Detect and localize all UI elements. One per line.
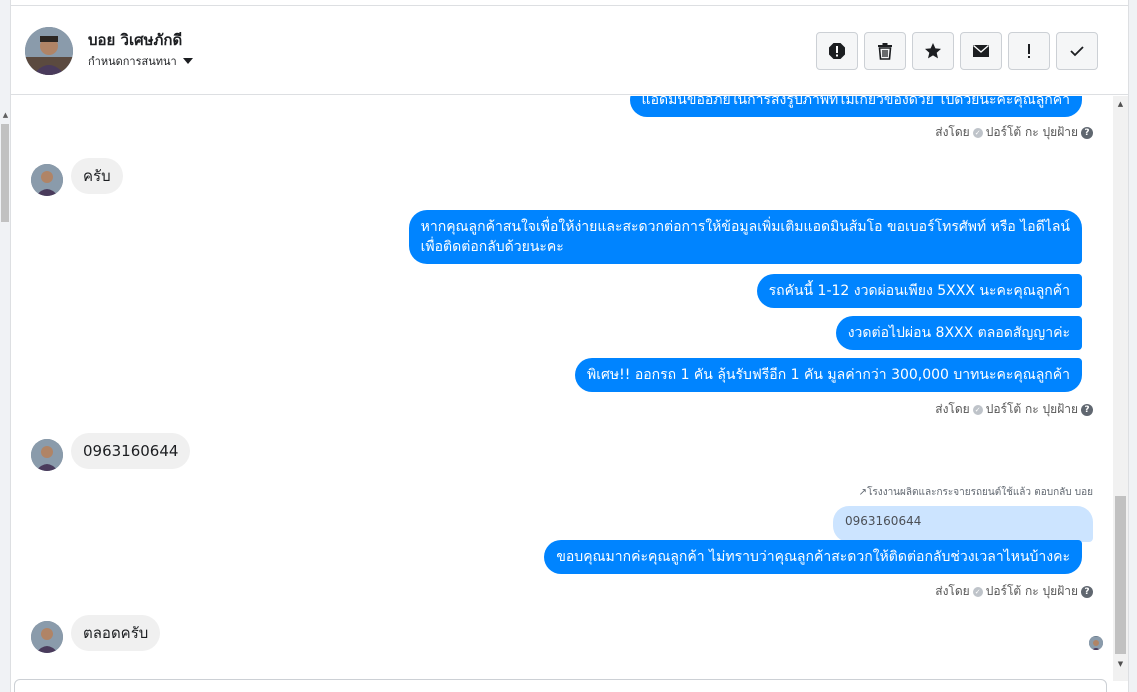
follow-up-button[interactable]	[1008, 32, 1050, 70]
contact-avatar-small	[31, 439, 63, 471]
outgoing-message[interactable]: งวดต่อไปผ่อน 8XXX ตลอดสัญญาค่ะ	[835, 316, 1082, 350]
conversation-settings-label: กำหนดการสนทนา	[88, 55, 177, 68]
help-icon[interactable]: ?	[1081, 126, 1093, 139]
left-scrollbar-thumb[interactable]	[1, 124, 9, 222]
conversation-panel: บอย วิเศษภักดี กำหนดการสนทนา แอดมินขออภั…	[11, 5, 1128, 692]
outgoing-message[interactable]: พิเศษ!! ออกรถ 1 คัน ลุ้นรับฟรีอีก 1 คัน …	[575, 358, 1082, 392]
sender-verified-icon: ✓	[972, 586, 983, 597]
scroll-up-arrow-icon[interactable]: ▲	[1, 110, 10, 120]
checkmark-icon	[1070, 46, 1084, 57]
help-icon[interactable]: ?	[1081, 403, 1093, 416]
mark-done-button[interactable]	[1056, 32, 1098, 70]
sent-by-info: ส่งโดย ✓ ปอร์โต้ กะ ปุยฝ้าย ?	[935, 400, 1093, 419]
sent-by-info: ส่งโดย ✓ ปอร์โต้ กะ ปุยฝ้าย ?	[935, 582, 1093, 601]
message-list-scrollbar[interactable]: ▲ ▼	[1113, 96, 1128, 681]
delete-button[interactable]	[864, 32, 906, 70]
message-composer[interactable]	[14, 679, 1107, 692]
star-icon	[925, 43, 941, 59]
trash-icon	[878, 43, 892, 60]
envelope-icon	[973, 44, 989, 57]
message-list-scrollbar-thumb[interactable]	[1115, 496, 1126, 654]
mark-unread-button[interactable]	[960, 32, 1002, 70]
sent-by-info: ส่งโดย ✓ ปอร์โต้ กะ ปุยฝ้าย ?	[935, 123, 1093, 142]
sender-name[interactable]: ปอร์โต้ กะ ปุยฝ้าย	[986, 123, 1078, 142]
seen-indicator-avatar	[1089, 636, 1103, 650]
sender-name[interactable]: ปอร์โต้ กะ ปุยฝ้าย	[986, 400, 1078, 419]
contact-avatar-small	[31, 621, 63, 653]
message-line: หากคุณลูกค้าสนใจเพื่อให้ง่ายและสะดวกต่อก…	[420, 219, 1070, 235]
message-line: เพื่อติดต่อกลับด้วยนะคะ	[420, 239, 564, 255]
incoming-message[interactable]: ตลอดครับ	[71, 615, 161, 651]
sender-name[interactable]: ปอร์โต้ กะ ปุยฝ้าย	[986, 582, 1078, 601]
alert-octagon-icon	[829, 43, 845, 59]
scroll-up-arrow-icon[interactable]: ▲	[1113, 98, 1128, 110]
incoming-message[interactable]: 0963160644	[71, 433, 191, 469]
sender-verified-icon: ✓	[972, 404, 983, 415]
contact-avatar[interactable]	[25, 27, 73, 75]
incoming-message[interactable]: ครับ	[71, 158, 123, 194]
caret-down-icon	[182, 58, 193, 64]
contact-name[interactable]: บอย วิเศษภักดี	[88, 28, 182, 52]
contact-avatar-small	[31, 164, 63, 196]
conversation-header: บอย วิเศษภักดี กำหนดการสนทนา	[11, 6, 1128, 95]
outgoing-message[interactable]: แอดมินขออภัยในการส่งรูปภาพที่ไม่เกี่ยวข้…	[629, 96, 1082, 117]
help-icon[interactable]: ?	[1081, 585, 1093, 598]
spam-button[interactable]	[816, 32, 858, 70]
message-list[interactable]: แอดมินขออภัยในการส่งรูปภาพที่ไม่เกี่ยวข้…	[11, 96, 1113, 681]
page-right-edge	[1128, 0, 1137, 692]
conversation-toolbar	[816, 32, 1098, 70]
reply-context-label: ↗โรงงานผลิตและกระจายรถยนต์ใช้แล้ว ตอบกลั…	[858, 487, 1093, 498]
quoted-message[interactable]: 0963160644	[833, 506, 1093, 542]
outgoing-message[interactable]: ขอบคุณมากค่ะคุณลูกค้า ไม่ทราบว่าคุณลูกค้…	[544, 540, 1082, 574]
reply-arrow-icon: ↗	[858, 487, 868, 498]
outgoing-message[interactable]: รถคันนี้ 1-12 งวดผ่อนเพียง 5XXX นะคะคุณล…	[756, 274, 1082, 308]
conversation-settings-dropdown[interactable]: กำหนดการสนทนา	[88, 52, 193, 70]
scroll-down-arrow-icon[interactable]: ▼	[1113, 658, 1128, 670]
page-left-scrollbar[interactable]: ▲	[0, 0, 11, 692]
star-button[interactable]	[912, 32, 954, 70]
outgoing-message[interactable]: หากคุณลูกค้าสนใจเพื่อให้ง่ายและสะดวกต่อก…	[408, 210, 1082, 264]
sent-by-label: ส่งโดย	[935, 402, 970, 416]
sent-by-label: ส่งโดย	[935, 584, 970, 598]
sender-verified-icon: ✓	[972, 127, 983, 138]
sent-by-label: ส่งโดย	[935, 125, 970, 139]
exclamation-icon	[1028, 44, 1030, 58]
